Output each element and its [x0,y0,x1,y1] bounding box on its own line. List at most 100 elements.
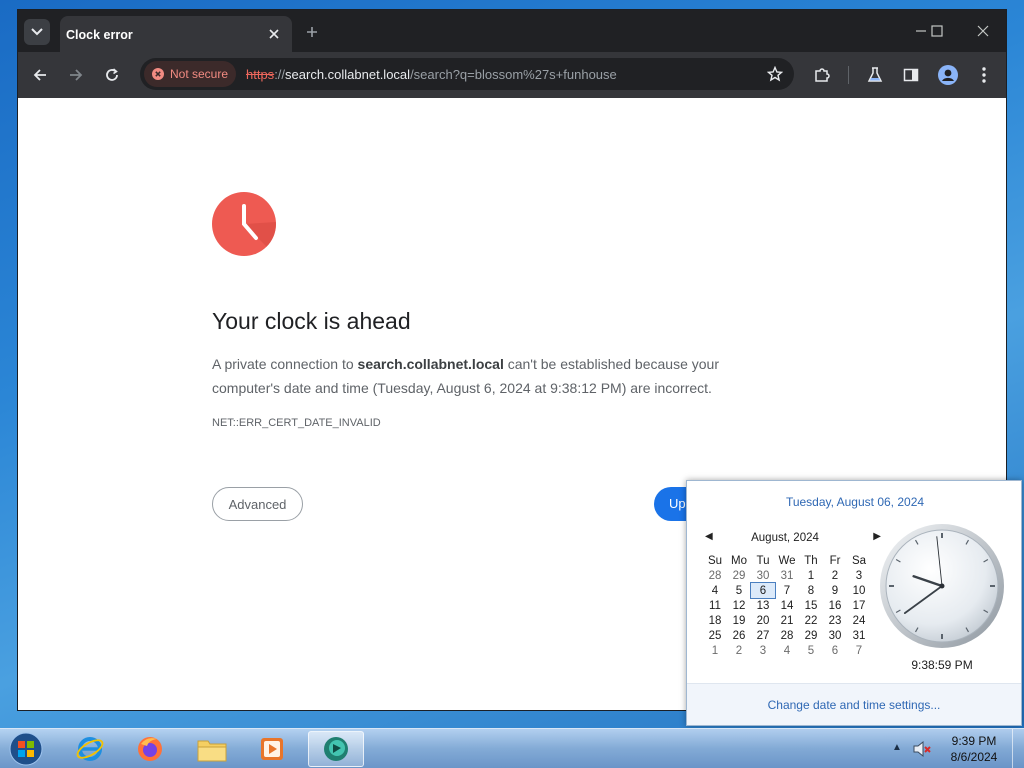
calendar-day[interactable]: 7 [847,643,871,658]
calendar-day[interactable]: 26 [727,628,751,643]
menu-button[interactable] [970,61,998,89]
calendar-day[interactable]: 22 [799,613,823,628]
weekday-header: Sa [851,554,867,567]
calendar-week-row: 25 26 27 28 29 30 31 [703,628,871,643]
calendar-day[interactable]: 1 [799,568,823,583]
calendar-day[interactable]: 7 [775,583,799,598]
calendar-week-row: 1234567 [703,643,871,658]
close-icon [977,25,989,37]
calendar-day[interactable]: 4 [775,643,799,658]
desc-prefix: A private connection to [212,356,358,372]
month-label[interactable]: August, 2024 [703,532,867,544]
calendar-day[interactable]: 27 [751,628,775,643]
calendar-day[interactable]: 30 [823,628,847,643]
tab-close-button[interactable] [264,24,284,44]
close-icon [269,29,279,39]
calendar-day[interactable]: 29 [727,568,751,583]
calendar-day[interactable]: 9 [823,583,847,598]
not-secure-label: Not secure [170,67,229,81]
windows-orb-icon [9,732,43,766]
back-button[interactable] [26,61,54,89]
address-bar[interactable]: Not secure https://search.collabnet.loca… [140,58,794,90]
new-tab-button[interactable] [300,20,324,44]
clock-hands-icon [242,204,276,256]
tab-search-button[interactable] [24,19,50,45]
page-heading: Your clock is ahead [212,308,411,334]
taskbar-media-player[interactable] [244,731,300,767]
weekday-header: Fr [829,554,841,567]
calendar-day[interactable]: 21 [775,613,799,628]
start-button[interactable] [4,730,48,768]
calendar-day[interactable]: 1 [703,643,727,658]
labs-button[interactable] [861,61,889,89]
calendar-day[interactable]: 28 [703,568,727,583]
calendar-day[interactable]: 8 [799,583,823,598]
taskbar-file-explorer[interactable] [184,731,240,767]
avatar-icon [938,65,958,85]
calendar-day[interactable]: 16 [823,598,847,613]
side-panel-icon [903,68,919,82]
calendar-header: ◀ August, 2024 ▶ [703,531,881,549]
calendar-day[interactable]: 3 [847,568,871,583]
reload-icon [106,68,118,81]
calendar-week-row: 11 12 13 14 15 16 17 [703,598,871,613]
volume-muted-icon[interactable] [912,740,932,758]
digital-time: 9:38:59 PM [911,658,973,672]
taskbar-internet-explorer[interactable] [62,731,118,767]
tab-clock-error[interactable]: Clock error [60,16,292,52]
calendar-day[interactable]: 31 [847,628,871,643]
calendar-day[interactable]: 17 [847,598,871,613]
error-code: NET::ERR_CERT_DATE_INVALID [212,417,381,429]
calendar-day[interactable]: 6 [823,643,847,658]
advanced-button[interactable]: Advanced [212,487,303,521]
calendar-day[interactable]: 3 [751,643,775,658]
taskbar-active-app[interactable] [308,731,364,767]
calendar-grid: Su Mo Tu We Th Fr Sa 28 29 30 31 1 2 3 4 5 6 7 8 9 10 11 12 13… [703,553,871,658]
reload-button[interactable] [98,61,126,89]
taskbar-firefox[interactable] [122,731,178,767]
forward-button[interactable] [62,61,90,89]
security-chip[interactable]: Not secure [144,61,236,87]
calendar-day[interactable]: 28 [775,628,799,643]
firefox-icon [138,737,162,761]
calendar-day[interactable]: 13 [751,598,775,613]
profile-button[interactable] [934,61,962,89]
calendar-day[interactable]: 11 [703,598,727,613]
calendar-day[interactable]: 2 [823,568,847,583]
calendar-day[interactable]: 12 [727,598,751,613]
calendar-day[interactable]: 4 [703,583,727,598]
calendar-day[interactable]: 25 [703,628,727,643]
toolbar-divider [848,66,849,84]
calendar-day[interactable]: 31 [775,568,799,583]
tray-clock-time[interactable]: 9:39 PM [942,734,1006,748]
calendar-day[interactable]: 19 [727,613,751,628]
side-panel-button[interactable] [897,61,925,89]
long-date-link[interactable]: Tuesday, August 06, 2024 [687,495,1023,509]
calendar-day[interactable]: 5 [799,643,823,658]
calendar-day[interactable]: 29 [799,628,823,643]
url-text[interactable]: https://search.collabnet.local/search?q=… [246,67,617,82]
maximize-button[interactable] [922,18,952,44]
calendar-day[interactable]: 20 [751,613,775,628]
tray-clock-date[interactable]: 8/6/2024 [942,750,1006,764]
tab-title: Clock error [66,28,133,42]
calendar-day[interactable]: 18 [703,613,727,628]
calendar-day[interactable]: 2 [727,643,751,658]
calendar-day[interactable]: 23 [823,613,847,628]
show-hidden-icons-button[interactable]: ▲ [892,742,902,753]
calendar-day[interactable]: 30 [751,568,775,583]
calendar-day[interactable]: 14 [775,598,799,613]
window-close-button[interactable] [968,18,998,44]
extensions-button[interactable] [808,61,836,89]
flask-icon [867,67,883,82]
calendar-day[interactable]: 5 [727,583,751,598]
calendar-day[interactable]: 6 [750,582,776,599]
arrow-left-icon [33,69,46,81]
bookmark-button[interactable] [764,63,786,85]
calendar-day[interactable]: 24 [847,613,871,628]
calendar-day[interactable]: 10 [847,583,871,598]
show-desktop-button[interactable] [1012,729,1024,768]
calendar-day[interactable]: 15 [799,598,823,613]
change-date-time-settings-link[interactable]: Change date and time settings... [687,698,1021,712]
chevron-down-icon [31,28,43,36]
